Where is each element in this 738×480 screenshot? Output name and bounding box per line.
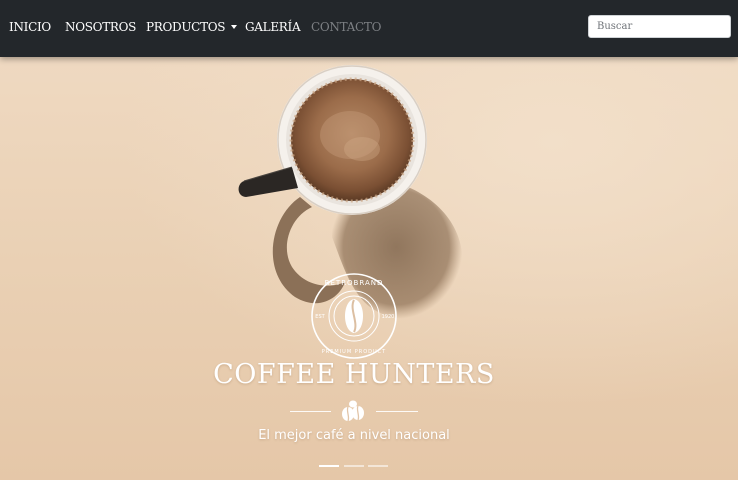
carousel-indicator-3[interactable] — [368, 465, 388, 467]
divider-left — [290, 411, 331, 412]
search-input[interactable] — [588, 15, 731, 38]
carousel-indicator-1[interactable] — [319, 465, 339, 467]
caret-down-icon — [231, 25, 238, 29]
nav-productos-dropdown[interactable]: PRODUCTOS — [146, 0, 238, 55]
logo-left-text: EST — [315, 314, 325, 320]
carousel-indicator-2[interactable] — [344, 465, 364, 467]
logo-bottom-text: PREMIUM PRODUCT — [322, 349, 386, 355]
nav-productos-label: PRODUCTOS — [146, 20, 226, 34]
navbar: INICIO NOSOTROS PRODUCTOS GALERÍA CONTAC… — [0, 0, 738, 57]
nav-nosotros[interactable]: NOSOTROS — [65, 0, 136, 55]
hero-title: COFFEE HUNTERS — [213, 359, 495, 390]
logo-top-text: RETROBRAND — [325, 279, 384, 287]
divider-right — [376, 411, 418, 412]
coffee-logo-icon: RETROBRAND PREMIUM PRODUCT EST 1920 — [311, 273, 397, 359]
nav-inicio[interactable]: INICIO — [9, 0, 51, 55]
hero-carousel: RETROBRAND PREMIUM PRODUCT EST 1920 COFF… — [0, 57, 738, 480]
coffee-cup-photo — [238, 65, 463, 320]
nav-contacto[interactable]: CONTACTO — [311, 0, 381, 55]
nav-galeria[interactable]: GALERÍA — [245, 0, 301, 55]
logo-right-text: 1920 — [382, 314, 395, 320]
hero-subtitle: El mejor café a nivel nacional — [258, 428, 450, 443]
coffee-beans-icon — [342, 400, 364, 422]
